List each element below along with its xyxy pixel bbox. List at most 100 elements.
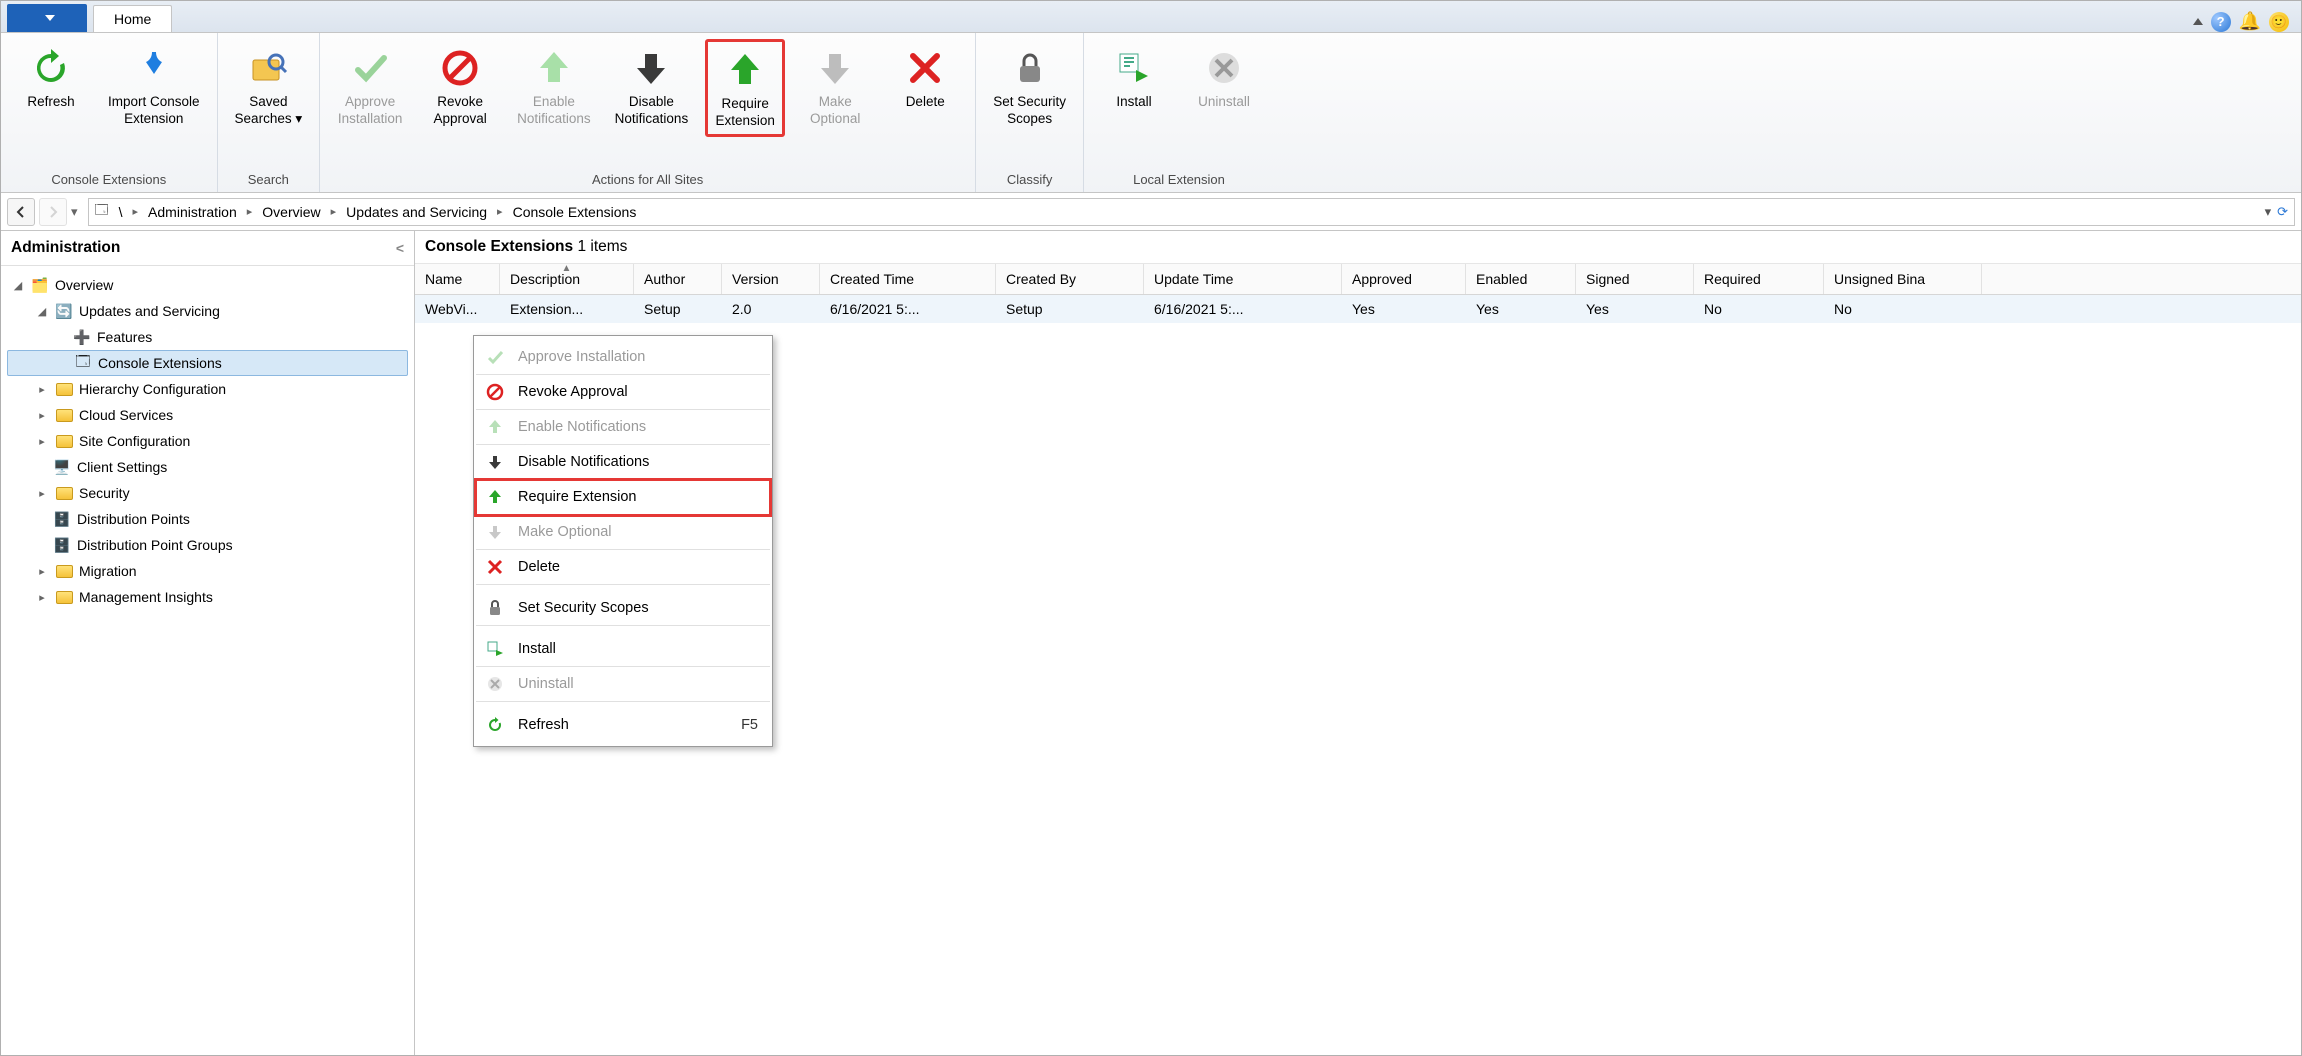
tab-home[interactable]: Home: [93, 5, 172, 32]
chevron-right-icon: ▸: [133, 205, 139, 218]
tree-migration[interactable]: ▸Migration: [1, 558, 414, 584]
ctx-make-optional[interactable]: Make Optional: [476, 515, 770, 550]
cell-update-time: 6/16/2021 5:...: [1144, 295, 1342, 323]
crumb-root[interactable]: \: [115, 204, 127, 220]
tree-overview[interactable]: ◢🗂️Overview: [1, 272, 414, 298]
crumb-overview[interactable]: Overview: [258, 204, 324, 220]
saved-searches-button[interactable]: Saved Searches ▾: [228, 39, 310, 133]
content-title: Console Extensions 1 items: [415, 231, 2301, 264]
cell-approved: Yes: [1342, 295, 1466, 323]
tree-management-insights[interactable]: ▸Management Insights: [1, 584, 414, 610]
notifications-icon[interactable]: 🔔: [2239, 11, 2261, 32]
tree-distribution-points[interactable]: 🗄️Distribution Points: [1, 506, 414, 532]
ribbon-group-console-extensions: Refresh Import Console Extension Console…: [1, 33, 218, 192]
uninstall-icon: [1200, 44, 1248, 92]
import-extension-button[interactable]: Import Console Extension: [101, 39, 207, 133]
nav-forward-button[interactable]: [39, 198, 67, 226]
saved-searches-label: Saved Searches ▾: [235, 94, 303, 128]
disable-notifications-button[interactable]: Disable Notifications: [608, 39, 696, 133]
ctx-disable-notifications[interactable]: Disable Notifications: [476, 445, 770, 480]
arrow-down-dark-icon: [484, 451, 506, 473]
refresh-button[interactable]: Refresh: [11, 39, 91, 116]
tree-features[interactable]: ➕Features: [1, 324, 414, 350]
context-menu: Approve Installation Revoke Approval Ena…: [473, 335, 773, 747]
col-author[interactable]: Author: [634, 264, 722, 294]
tree-site-configuration[interactable]: ▸Site Configuration: [1, 428, 414, 454]
arrow-up-green-icon: [484, 486, 506, 508]
app-menu-button[interactable]: [7, 4, 87, 32]
crumb-updates[interactable]: Updates and Servicing: [342, 204, 491, 220]
tree-cloud-services[interactable]: ▸Cloud Services: [1, 402, 414, 428]
chevron-right-icon: ▸: [331, 205, 337, 218]
folder-icon: [55, 562, 73, 580]
tree-updates-servicing[interactable]: ◢🔄Updates and Servicing: [1, 298, 414, 324]
col-description[interactable]: Description▲: [500, 264, 634, 294]
col-created-time[interactable]: Created Time: [820, 264, 996, 294]
ctx-approve-installation[interactable]: Approve Installation: [476, 340, 770, 375]
install-icon: [484, 638, 506, 660]
crumb-administration[interactable]: Administration: [144, 204, 241, 220]
enable-notifications-button[interactable]: Enable Notifications: [510, 39, 598, 133]
feedback-icon[interactable]: 🙂: [2269, 12, 2289, 32]
chevron-right-icon: ▸: [497, 205, 503, 218]
folder-icon: [55, 432, 73, 450]
ctx-refresh[interactable]: RefreshF5: [476, 708, 770, 742]
ctx-install[interactable]: Install: [476, 632, 770, 667]
approve-installation-button[interactable]: Approve Installation: [330, 39, 410, 133]
uninstall-button[interactable]: Uninstall: [1184, 39, 1264, 116]
install-button[interactable]: Install: [1094, 39, 1174, 116]
col-enabled[interactable]: Enabled: [1466, 264, 1576, 294]
sidebar-title: Administration <: [1, 231, 414, 266]
x-icon: [484, 556, 506, 578]
collapse-ribbon-icon[interactable]: [2193, 18, 2203, 25]
ctx-require-extension[interactable]: Require Extension: [476, 480, 770, 515]
nav-tree: ◢🗂️Overview ◢🔄Updates and Servicing ➕Fea…: [1, 266, 414, 1055]
col-signed[interactable]: Signed: [1576, 264, 1694, 294]
table-row[interactable]: WebVi... Extension... Setup 2.0 6/16/202…: [415, 295, 2301, 323]
make-opt-label: Make Optional: [810, 94, 860, 128]
ctx-uninstall[interactable]: Uninstall: [476, 667, 770, 702]
breadcrumb-box[interactable]: 🗔 \ ▸ Administration ▸ Overview ▸ Update…: [88, 198, 2295, 226]
nav-back-button[interactable]: [7, 198, 35, 226]
arrow-down-dark-icon: [627, 44, 675, 92]
ctx-revoke-approval[interactable]: Revoke Approval: [476, 375, 770, 410]
ctx-enable-notifications[interactable]: Enable Notifications: [476, 410, 770, 445]
title-tabbar: Home ? 🔔 🙂: [1, 1, 2301, 33]
crumb-dropdown-icon[interactable]: ▾: [2265, 204, 2272, 220]
sidebar-collapse-icon[interactable]: <: [396, 240, 404, 256]
col-unsigned-binary[interactable]: Unsigned Bina: [1824, 264, 1982, 294]
tree-hierarchy-config[interactable]: ▸Hierarchy Configuration: [1, 376, 414, 402]
set-security-scopes-button[interactable]: Set Security Scopes: [986, 39, 1073, 133]
main-split: Administration < ◢🗂️Overview ◢🔄Updates a…: [1, 231, 2301, 1055]
col-required[interactable]: Required: [1694, 264, 1824, 294]
col-update-time[interactable]: Update Time: [1144, 264, 1342, 294]
folder-icon: [55, 406, 73, 424]
tree-client-settings[interactable]: 🖥️Client Settings: [1, 454, 414, 480]
require-extension-button[interactable]: Require Extension: [705, 39, 785, 137]
cell-version: 2.0: [722, 295, 820, 323]
install-label: Install: [1116, 94, 1151, 111]
breadcrumb-bar: ▾ 🗔 \ ▸ Administration ▸ Overview ▸ Upda…: [1, 193, 2301, 231]
help-icon[interactable]: ?: [2211, 12, 2231, 32]
tree-security[interactable]: ▸Security: [1, 480, 414, 506]
nav-history-dropdown[interactable]: ▾: [71, 204, 78, 220]
titlebar-right: ? 🔔 🙂: [2193, 11, 2301, 32]
ctx-set-security-scopes[interactable]: Set Security Scopes: [476, 591, 770, 626]
ctx-delete[interactable]: Delete: [476, 550, 770, 585]
make-optional-button[interactable]: Make Optional: [795, 39, 875, 133]
revoke-approval-button[interactable]: Revoke Approval: [420, 39, 500, 133]
delete-button[interactable]: Delete: [885, 39, 965, 116]
col-name[interactable]: Name: [415, 264, 500, 294]
col-approved[interactable]: Approved: [1342, 264, 1466, 294]
grid-header: Name Description▲ Author Version Created…: [415, 264, 2301, 295]
updates-icon: 🔄: [55, 302, 73, 320]
refresh-icon: [484, 714, 506, 736]
lock-icon: [1006, 44, 1054, 92]
col-created-by[interactable]: Created By: [996, 264, 1144, 294]
col-version[interactable]: Version: [722, 264, 820, 294]
tree-distribution-point-groups[interactable]: 🗄️Distribution Point Groups: [1, 532, 414, 558]
chevron-right-icon: ▸: [247, 205, 253, 218]
tree-console-extensions[interactable]: 🗔Console Extensions: [7, 350, 408, 376]
crumb-console-ext[interactable]: Console Extensions: [509, 204, 641, 220]
crumb-refresh-icon[interactable]: ⟳: [2277, 204, 2288, 220]
